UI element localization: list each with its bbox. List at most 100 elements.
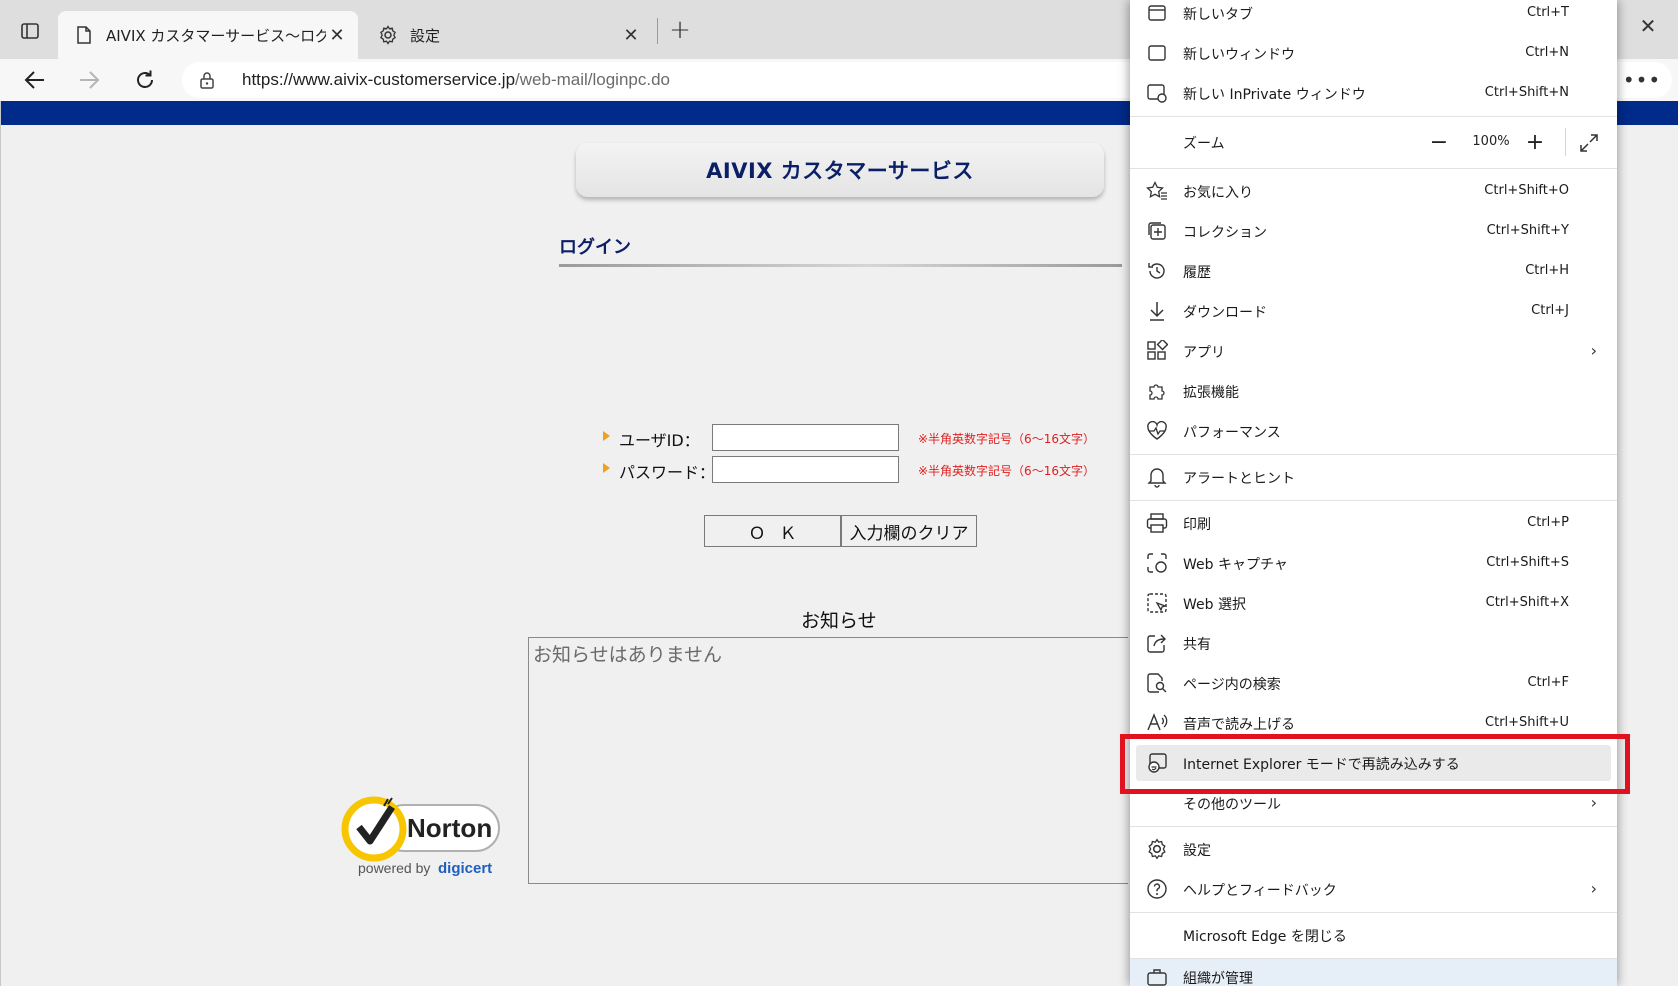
password-label: パスワード：: [619, 463, 716, 482]
menu-separator: [1130, 500, 1617, 501]
menu-shortcut: Ctrl+Shift+U: [1485, 715, 1569, 730]
menu-item-apps[interactable]: アプリ ›: [1130, 333, 1617, 369]
menu-shortcut: Ctrl+Shift+S: [1486, 555, 1569, 570]
menu-item-settings[interactable]: 設定: [1130, 831, 1617, 867]
lock-icon[interactable]: [198, 70, 218, 90]
close-tab-icon[interactable]: ✕: [620, 24, 642, 46]
userid-label: ユーザID：: [619, 431, 700, 450]
menu-separator: [1130, 912, 1617, 913]
tab-separator: [657, 18, 658, 44]
menu-separator: [1130, 116, 1617, 117]
notice-box[interactable]: お知らせはありません: [528, 637, 1128, 884]
tab-title: 設定: [410, 26, 441, 45]
userid-input[interactable]: [712, 424, 899, 451]
divider: [559, 264, 1122, 267]
menu-item-performance[interactable]: パフォーマンス: [1130, 413, 1617, 449]
menu-item-new-inprivate[interactable]: 新しい InPrivate ウィンドウ Ctrl+Shift+N: [1130, 75, 1617, 111]
password-row: パスワード： ※半角英数字記号（6～16文字）: [601, 456, 1121, 484]
refresh-button[interactable]: [127, 63, 163, 97]
web-select-icon: [1146, 592, 1168, 614]
zoom-in-button[interactable]: +: [1522, 129, 1548, 155]
login-heading: ログイン: [559, 237, 631, 258]
more-horizontal-icon: •••: [1622, 68, 1662, 92]
menu-item-collections[interactable]: コレクション Ctrl+Shift+Y: [1130, 213, 1617, 249]
briefcase-icon: [1146, 966, 1168, 986]
menu-label: パフォーマンス: [1183, 425, 1281, 441]
menu-item-new-window[interactable]: 新しいウィンドウ Ctrl+N: [1130, 35, 1617, 71]
menu-label: 音声で読み上げる: [1183, 717, 1295, 733]
tab-title: AIVIX カスタマーサービス～ログイン～: [106, 26, 326, 45]
service-title: AIVIX カスタマーサービス: [706, 159, 974, 183]
menu-item-print[interactable]: 印刷 Ctrl+P: [1130, 505, 1617, 541]
read-aloud-icon: [1146, 712, 1168, 734]
menu-item-new-tab[interactable]: 新しいタブ Ctrl+T: [1130, 0, 1617, 31]
tab-settings[interactable]: 設定 ✕: [362, 11, 652, 59]
tab-aivix-login[interactable]: AIVIX カスタマーサービス～ログイン～ ✕: [58, 11, 358, 59]
window-close-button[interactable]: ✕: [1632, 10, 1664, 42]
find-icon: [1146, 672, 1168, 694]
menu-item-favorites[interactable]: お気に入り Ctrl+Shift+O: [1130, 173, 1617, 209]
notice-heading: お知らせ: [801, 610, 877, 632]
menu-shortcut: Ctrl+J: [1531, 303, 1569, 318]
menu-shortcut: Ctrl+Shift+N: [1484, 85, 1569, 100]
password-input[interactable]: [712, 456, 899, 483]
menu-label: 新しいタブ: [1183, 7, 1253, 23]
menu-shortcut: Ctrl+Shift+X: [1485, 595, 1569, 610]
expand-icon: [1580, 134, 1598, 152]
chevron-right-icon: ›: [1590, 793, 1597, 812]
menu-item-help-feedback[interactable]: ヘルプとフィードバック ›: [1130, 871, 1617, 907]
menu-label: 新しいウィンドウ: [1183, 47, 1295, 63]
menu-item-close-edge[interactable]: Microsoft Edge を閉じる: [1130, 917, 1617, 953]
menu-item-history[interactable]: 履歴 Ctrl+H: [1130, 253, 1617, 289]
forward-button[interactable]: [71, 63, 107, 97]
norton-digicert: digicert: [438, 860, 492, 877]
zoom-out-button[interactable]: −: [1426, 129, 1452, 155]
performance-heart-icon: [1146, 420, 1168, 442]
settings-and-more-button[interactable]: •••: [1622, 63, 1662, 97]
refresh-icon: [137, 70, 153, 88]
help-icon: [1146, 878, 1168, 900]
menu-label: 組織が管理: [1183, 971, 1253, 986]
arrow-left-icon: [24, 71, 44, 89]
back-button[interactable]: [17, 63, 53, 97]
menu-label: ズーム: [1183, 136, 1225, 152]
printer-icon: [1146, 512, 1168, 534]
web-capture-icon: [1146, 552, 1168, 574]
fullscreen-button[interactable]: [1576, 130, 1602, 156]
chevron-right-icon: ›: [1590, 879, 1597, 898]
menu-item-web-capture[interactable]: Web キャプチャ Ctrl+Shift+S: [1130, 545, 1617, 581]
ok-button[interactable]: ＯＫ: [704, 515, 841, 547]
menu-label: 新しい InPrivate ウィンドウ: [1183, 87, 1366, 103]
highlight-annotation-box: [1120, 734, 1630, 794]
norton-wordmark: Norton: [407, 813, 492, 843]
menu-separator: [1130, 454, 1617, 455]
menu-label: 共有: [1183, 637, 1211, 653]
star-icon: [1146, 180, 1168, 202]
history-icon: [1146, 260, 1168, 282]
userid-note: ※半角英数字記号（6～16文字）: [918, 432, 1095, 446]
menu-item-extensions[interactable]: 拡張機能: [1130, 373, 1617, 409]
menu-item-org-managed[interactable]: 組織が管理: [1130, 959, 1617, 986]
menu-label: コレクション: [1183, 225, 1267, 241]
close-tab-icon[interactable]: ✕: [326, 24, 348, 46]
close-icon: ✕: [1639, 14, 1657, 38]
norton-seal[interactable]: Norton powered by digicert: [341, 791, 516, 881]
menu-item-find[interactable]: ページ内の検索 Ctrl+F: [1130, 665, 1617, 701]
menu-item-alerts[interactable]: アラートとヒント: [1130, 459, 1617, 495]
menu-item-share[interactable]: 共有: [1130, 625, 1617, 661]
plus-icon: +: [669, 15, 691, 45]
menu-label: 印刷: [1183, 517, 1211, 533]
clear-fields-button[interactable]: 入力欄のクリア: [841, 515, 977, 547]
menu-item-downloads[interactable]: ダウンロード Ctrl+J: [1130, 293, 1617, 329]
menu-shortcut: Ctrl+T: [1527, 5, 1569, 20]
menu-shortcut: Ctrl+F: [1527, 675, 1569, 690]
tab-actions-button[interactable]: [14, 16, 46, 46]
menu-item-web-select[interactable]: Web 選択 Ctrl+Shift+X: [1130, 585, 1617, 621]
gear-icon: [1146, 838, 1168, 860]
url-text: https://www.aivix-customerservice.jp/web…: [242, 70, 670, 90]
norton-powered-by: powered by: [358, 860, 430, 876]
menu-item-zoom: ズーム − 100% +: [1130, 124, 1617, 160]
menu-separator: [1130, 168, 1617, 169]
share-icon: [1146, 632, 1168, 654]
new-tab-button[interactable]: +: [664, 14, 696, 46]
